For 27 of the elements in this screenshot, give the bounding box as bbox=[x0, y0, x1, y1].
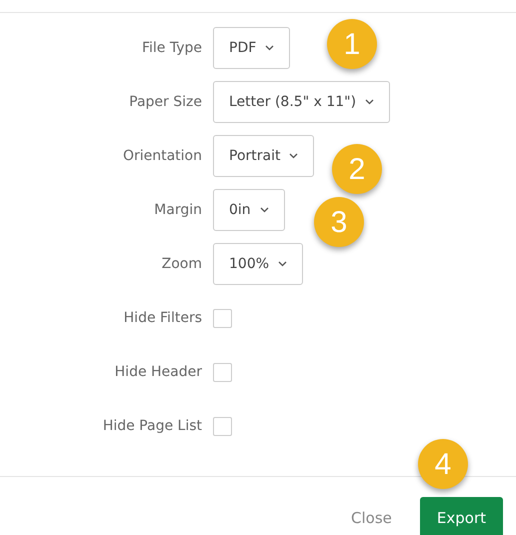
field-label: Zoom bbox=[160, 254, 202, 274]
chevron-down-icon bbox=[265, 45, 274, 51]
field-label: Margin bbox=[153, 200, 202, 220]
chevron-down-icon bbox=[278, 261, 288, 267]
field-label: Hide Header bbox=[114, 362, 202, 382]
number-callout: 4 bbox=[418, 439, 468, 489]
chevron-down-icon bbox=[365, 99, 374, 105]
close-button[interactable]: Close bbox=[351, 497, 392, 535]
number-callout: 3 bbox=[314, 197, 364, 247]
field-label: Paper Size bbox=[128, 92, 202, 112]
checkbox[interactable] bbox=[213, 416, 232, 436]
dropdown[interactable]: Portrait bbox=[213, 135, 314, 177]
dropdown[interactable]: PDF bbox=[213, 27, 290, 69]
dropdown[interactable]: 100% bbox=[213, 243, 304, 285]
dropdown[interactable]: Letter (8.5" x 11") bbox=[213, 81, 390, 123]
number-callout: 1 bbox=[327, 19, 377, 69]
field-label: File Type bbox=[140, 38, 202, 58]
checkbox[interactable] bbox=[213, 362, 232, 382]
chevron-down-icon bbox=[289, 153, 298, 159]
dropdown[interactable]: 0in bbox=[213, 189, 285, 231]
field-label: Hide Page List bbox=[102, 416, 202, 436]
number-callout: 2 bbox=[332, 144, 382, 194]
export-button[interactable]: Export bbox=[420, 497, 503, 535]
field-label: Orientation bbox=[122, 146, 202, 166]
checkbox[interactable] bbox=[213, 308, 232, 328]
chevron-down-icon bbox=[260, 207, 269, 213]
field-label: Hide Filters bbox=[122, 308, 202, 328]
